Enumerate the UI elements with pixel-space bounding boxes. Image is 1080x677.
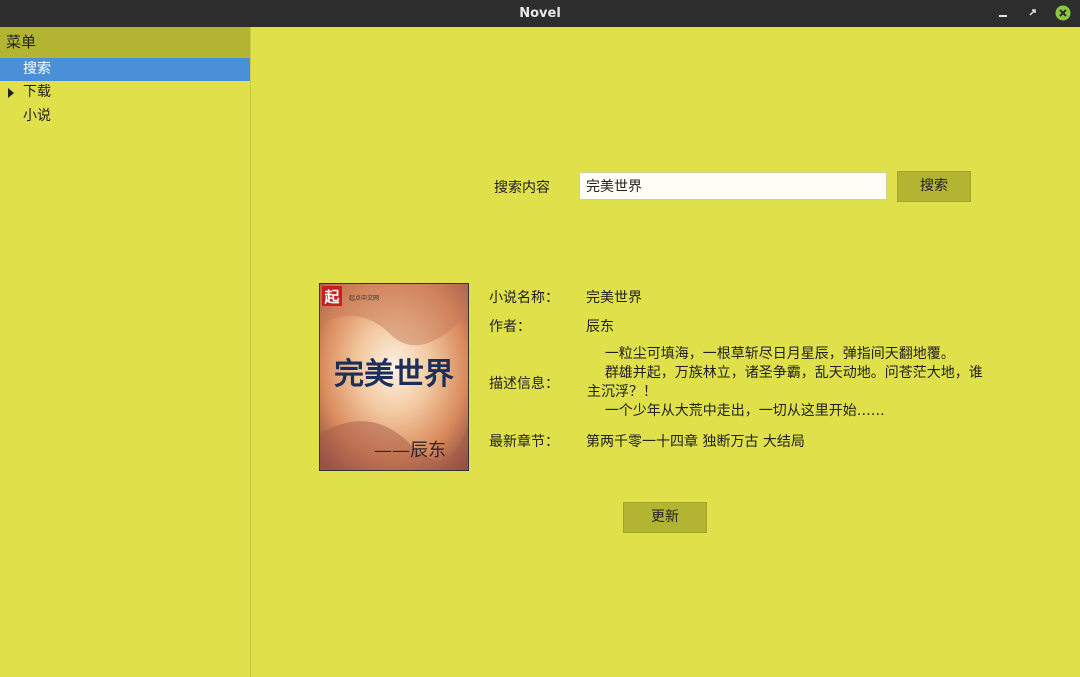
description-text: 一粒尘可填海，一根草斩尽日月星辰，弹指间天翻地覆。 群雄并起，万族林立，诸圣争霸…: [587, 346, 983, 419]
search-input[interactable]: [579, 172, 887, 200]
sidebar-item-novel[interactable]: 小说: [0, 105, 250, 128]
cover-author: ——辰东: [374, 440, 446, 461]
cover-logo: 起: [323, 288, 340, 306]
restore-icon[interactable]: [1025, 5, 1041, 21]
main-panel: 搜索内容 搜索 起 起点中文网 完美世界 ——辰东 小说名称： 完美世界 作者: [251, 27, 1080, 677]
sidebar-item-download[interactable]: 下载: [0, 81, 250, 104]
update-button[interactable]: 更新: [623, 502, 707, 533]
latest-chapter-value: 第两千零一十四章 独断万古 大结局: [586, 434, 805, 450]
cover-title: 完美世界: [334, 357, 454, 392]
menu-header: 菜单: [0, 27, 250, 58]
latest-chapter-label: 最新章节：: [489, 434, 559, 450]
author-value: 辰东: [586, 319, 614, 335]
sidebar-item-label: 搜索: [23, 61, 51, 77]
expand-arrow-icon[interactable]: [8, 88, 14, 98]
cover-publisher: 起点中文网: [349, 294, 379, 302]
window-titlebar: Novel: [0, 0, 1080, 27]
author-label: 作者：: [489, 319, 531, 335]
book-name-label: 小说名称：: [489, 290, 559, 306]
window-title: Novel: [519, 6, 561, 21]
sidebar-item-search[interactable]: 搜索: [0, 58, 250, 81]
sidebar-item-label: 下载: [23, 84, 51, 100]
sidebar-item-label: 小说: [23, 108, 51, 124]
book-name-value: 完美世界: [586, 290, 642, 306]
minimize-icon[interactable]: [995, 5, 1011, 21]
search-button[interactable]: 搜索: [897, 171, 971, 202]
book-cover-image: 起 起点中文网 完美世界 ——辰东: [319, 283, 469, 471]
description-label: 描述信息：: [489, 376, 559, 392]
search-label: 搜索内容: [494, 180, 550, 196]
sidebar-menu: 菜单 搜索 下载 小说: [0, 27, 251, 677]
close-icon[interactable]: [1055, 5, 1071, 21]
